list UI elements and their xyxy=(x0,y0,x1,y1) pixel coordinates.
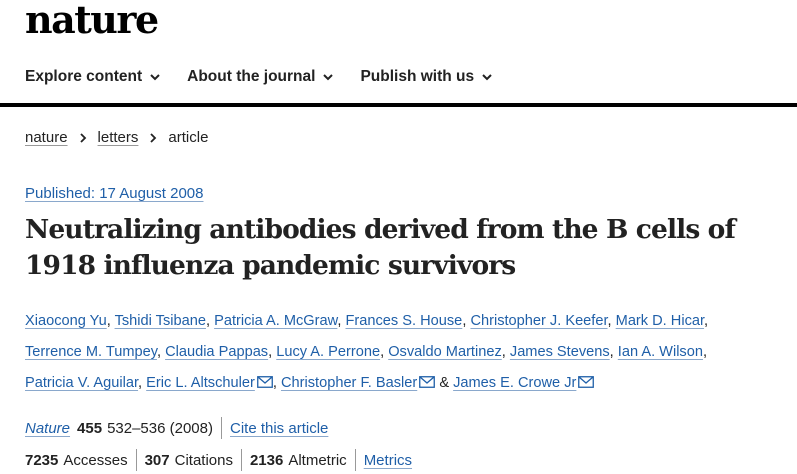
author-separator: , xyxy=(156,344,161,360)
breadcrumb: nature letters article xyxy=(25,129,208,146)
divider xyxy=(240,449,242,471)
citations-count: 307 xyxy=(144,451,170,469)
citation-line: Nature 455 532–536 (2008) Cite this arti… xyxy=(25,417,328,439)
author-link[interactable]: Eric L. Altschuler xyxy=(146,375,255,391)
author-separator: , xyxy=(609,344,614,360)
author-separator: , xyxy=(607,313,612,329)
author-separator: , xyxy=(380,344,385,360)
author-separator: , xyxy=(106,313,111,329)
author-separator: , xyxy=(501,344,506,360)
author-link[interactable]: Terrence M. Tumpey xyxy=(25,344,157,360)
accesses-count: 7235 xyxy=(25,451,59,469)
author-separator: , xyxy=(337,313,342,329)
nav-label: Publish with us xyxy=(360,68,475,85)
chevron-right-icon xyxy=(148,132,158,144)
author-link[interactable]: Christopher F. Basler xyxy=(281,375,417,391)
author-separator: , xyxy=(702,344,708,360)
pages: 532–536 (2008) xyxy=(107,419,213,437)
header-divider xyxy=(0,103,797,107)
altmetric-label: Altmetric xyxy=(288,451,347,469)
divider xyxy=(221,417,222,439)
mail-icon[interactable] xyxy=(256,376,273,388)
breadcrumb-nature[interactable]: nature xyxy=(25,129,68,146)
author-separator: , xyxy=(704,313,709,329)
journal-link[interactable]: Nature xyxy=(25,420,70,437)
mail-icon[interactable] xyxy=(419,376,436,388)
mail-icon[interactable] xyxy=(578,376,595,388)
published-date-link[interactable]: Published: 17 August 2008 xyxy=(25,185,203,202)
author-link[interactable]: Claudia Pappas xyxy=(165,344,268,360)
metrics-link[interactable]: Metrics xyxy=(364,452,412,469)
author-link[interactable]: James E. Crowe Jr xyxy=(453,375,576,391)
author-link[interactable]: Tshidi Tsibane xyxy=(115,313,206,329)
divider xyxy=(354,449,356,471)
author-link[interactable]: Osvaldo Martinez xyxy=(388,344,502,360)
citations-label: Citations xyxy=(174,451,233,469)
nav-about-the-journal[interactable]: About the journal xyxy=(187,68,334,86)
site-header: nature xyxy=(25,0,159,44)
author-link[interactable]: Ian A. Wilson xyxy=(618,344,703,360)
author-separator: , xyxy=(272,375,277,391)
author-list: Xiaocong Yu, Tshidi Tsibane, Patricia A.… xyxy=(25,306,765,399)
chevron-down-icon xyxy=(149,71,161,83)
author-link[interactable]: Xiaocong Yu xyxy=(25,313,107,329)
nav-publish-with-us[interactable]: Publish with us xyxy=(360,68,493,86)
author-link[interactable]: James Stevens xyxy=(510,344,610,360)
author-link[interactable]: Christopher J. Keefer xyxy=(470,313,607,329)
nav-explore-content[interactable]: Explore content xyxy=(25,68,161,86)
cite-this-article-link[interactable]: Cite this article xyxy=(230,420,328,437)
breadcrumb-current: article xyxy=(168,129,209,146)
altmetric-count: 2136 xyxy=(249,451,284,469)
author-separator: , xyxy=(138,375,143,391)
article-metrics: 7235 Accesses 307 Citations 2136 Altmetr… xyxy=(25,449,412,471)
article-title: Neutralizing antibodies derived from the… xyxy=(25,214,736,281)
author-link[interactable]: Patricia A. McGraw xyxy=(214,313,337,329)
breadcrumb-letters[interactable]: letters xyxy=(98,129,139,146)
nav-label: About the journal xyxy=(187,68,316,85)
author-link[interactable]: Mark D. Hicar xyxy=(616,313,704,329)
volume: 455 xyxy=(77,419,103,437)
divider xyxy=(135,449,137,471)
author-link[interactable]: Lucy A. Perrone xyxy=(276,344,380,360)
chevron-down-icon xyxy=(481,71,493,83)
chevron-right-icon xyxy=(78,132,88,144)
nav-label: Explore content xyxy=(25,68,143,85)
accesses-label: Accesses xyxy=(63,451,128,469)
author-separator: , xyxy=(205,313,211,329)
author-link[interactable]: Patricia V. Aguilar xyxy=(25,375,138,391)
author-separator-and: & xyxy=(439,375,450,391)
chevron-down-icon xyxy=(322,71,334,83)
author-separator: , xyxy=(268,344,273,360)
author-link[interactable]: Frances S. House xyxy=(346,313,463,329)
nature-logo[interactable]: nature xyxy=(25,0,159,40)
author-separator: , xyxy=(462,313,467,329)
main-nav: Explore content About the journal Publis… xyxy=(25,64,519,90)
